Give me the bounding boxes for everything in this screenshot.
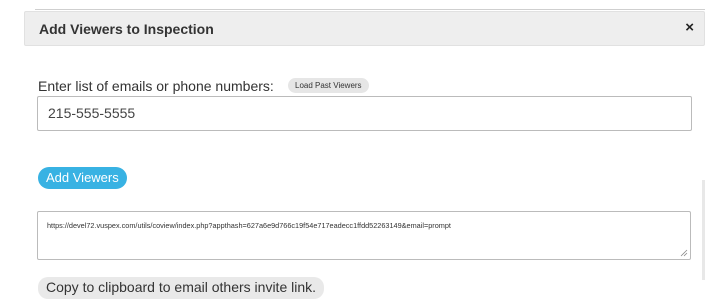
emails-label: Enter list of emails or phone numbers: [38,78,274,94]
invite-link-text: https://devel72.vuspex.com/utils/coview/… [47,221,451,230]
top-divider [35,9,705,10]
emails-input[interactable]: 215-555-5555 [37,96,692,131]
add-viewers-button[interactable]: Add Viewers [38,167,127,189]
invite-link-textarea[interactable]: https://devel72.vuspex.com/utils/coview/… [37,211,691,260]
copy-invite-link-button[interactable]: Copy to clipboard to email others invite… [38,277,325,299]
modal-header: Add Viewers to Inspection × [24,11,705,46]
load-past-viewers-button[interactable]: Load Past Viewers [288,78,369,93]
modal-title: Add Viewers to Inspection [39,21,214,37]
close-icon[interactable]: × [685,20,694,36]
resize-handle-icon[interactable] [680,249,688,257]
